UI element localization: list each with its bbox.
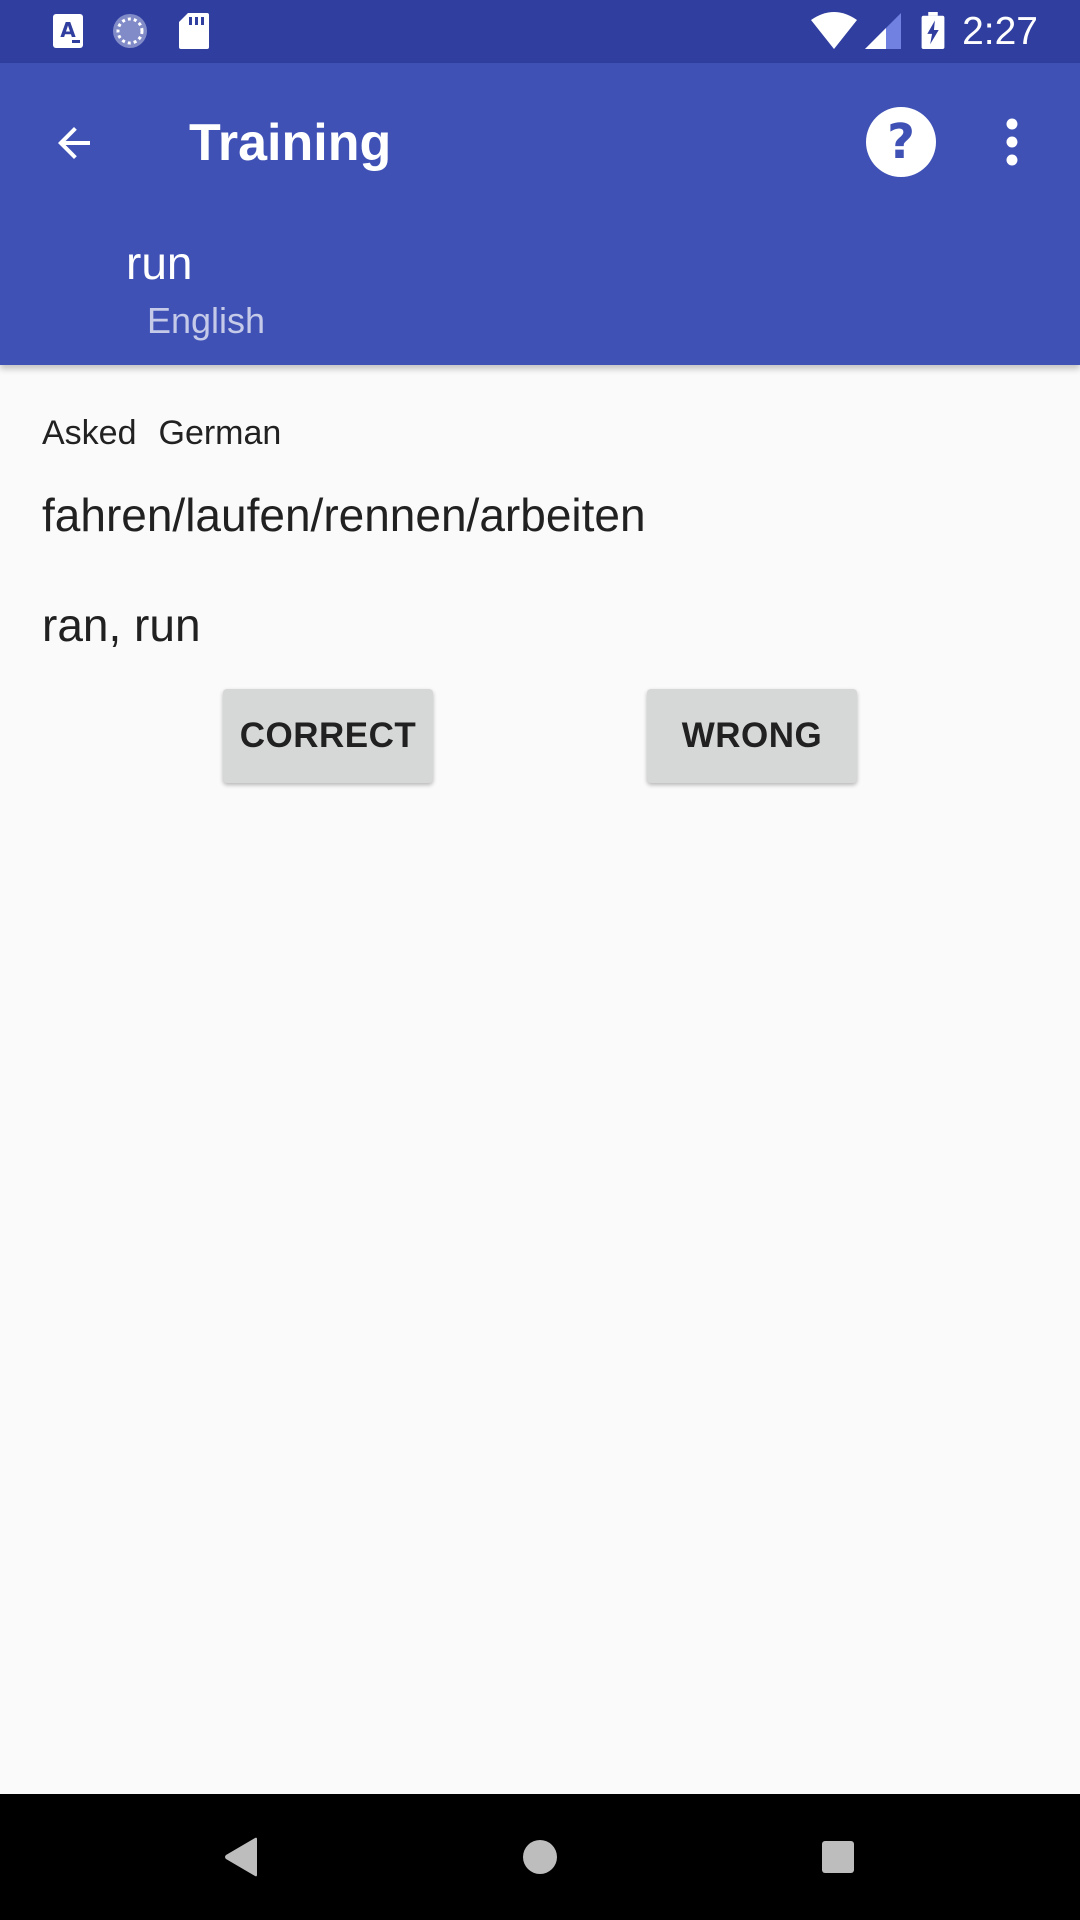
wifi-icon bbox=[811, 12, 857, 49]
nav-back-button[interactable] bbox=[201, 1817, 281, 1897]
nav-home-icon bbox=[523, 1840, 557, 1874]
asked-row: Asked German bbox=[42, 412, 281, 454]
more-vert-icon bbox=[1006, 118, 1018, 166]
back-button[interactable] bbox=[34, 103, 114, 183]
sd-card-icon bbox=[179, 13, 209, 49]
page-title: Training bbox=[189, 114, 392, 172]
more-options-button[interactable] bbox=[982, 101, 1042, 183]
wrong-button[interactable]: WRONG bbox=[647, 689, 857, 783]
nav-home-button[interactable] bbox=[500, 1817, 580, 1897]
svg-text:?: ? bbox=[887, 114, 915, 170]
status-time: 2:27 bbox=[962, 10, 1038, 53]
svg-text:A: A bbox=[60, 18, 76, 42]
battery-charging-icon bbox=[921, 12, 945, 50]
status-bar: A 2:27 bbox=[0, 0, 1080, 63]
app-bar: Training ? run English bbox=[0, 63, 1080, 365]
correct-button[interactable]: CORRECT bbox=[223, 689, 433, 783]
answer-text: ran, run bbox=[42, 599, 201, 651]
question-text: fahren/laufen/rennen/arbeiten bbox=[42, 489, 646, 541]
help-button[interactable]: ? bbox=[860, 101, 942, 183]
screen: A 2:27 Training ? run English Asked Germ… bbox=[0, 0, 1080, 1920]
asked-language: German bbox=[158, 414, 282, 452]
sync-icon bbox=[113, 14, 147, 48]
nav-recent-button[interactable] bbox=[798, 1817, 878, 1897]
word-text: run bbox=[126, 237, 193, 289]
signal-icon bbox=[865, 13, 901, 49]
nav-recent-icon bbox=[822, 1841, 854, 1873]
asked-label: Asked bbox=[42, 414, 137, 452]
help-icon: ? bbox=[866, 107, 936, 177]
text-notification-icon: A bbox=[53, 14, 83, 48]
word-language: English bbox=[147, 300, 266, 341]
arrow-back-icon bbox=[58, 127, 90, 159]
nav-back-icon bbox=[225, 1837, 257, 1877]
navigation-bar bbox=[0, 1794, 1080, 1920]
